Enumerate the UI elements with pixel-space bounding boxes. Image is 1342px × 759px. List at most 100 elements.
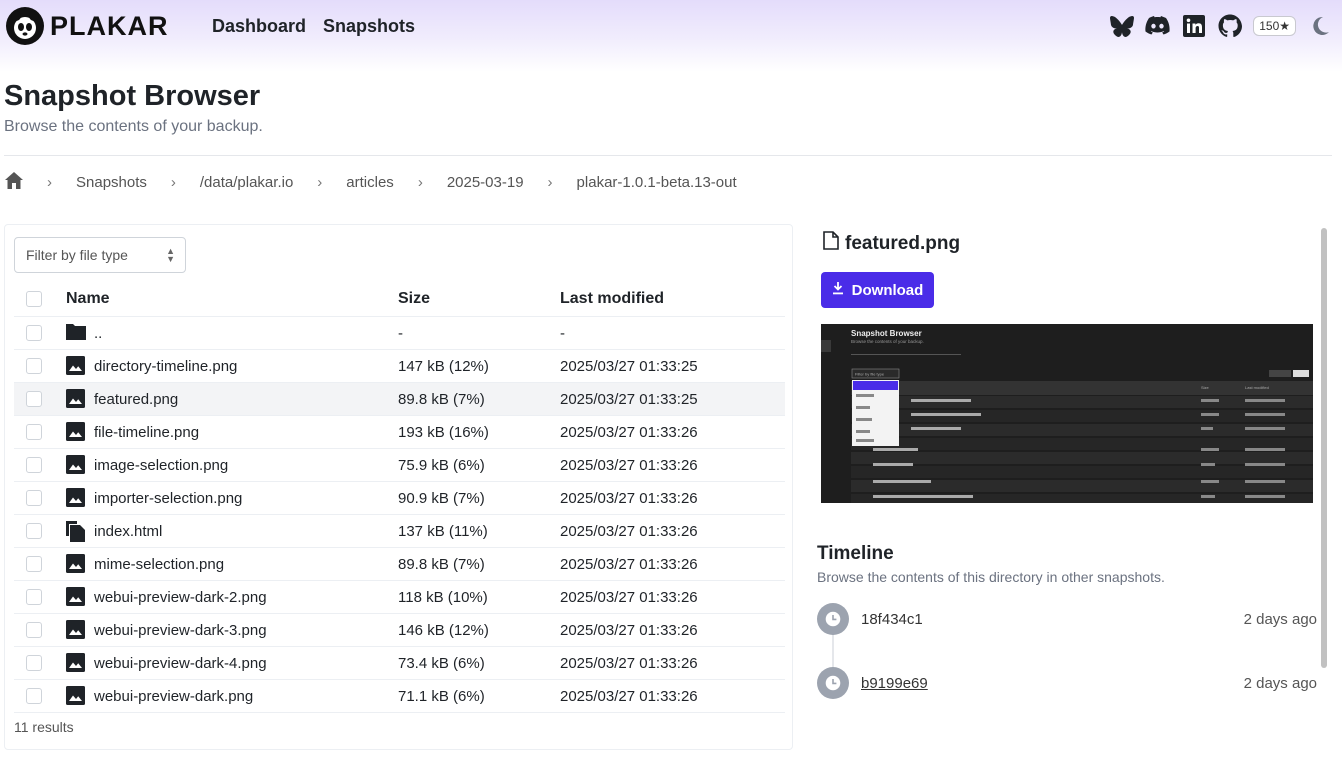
clock-icon	[817, 603, 849, 635]
table-row[interactable]: webui-preview-dark-4.png 73.4 kB (6%) 2025…	[14, 647, 785, 680]
file-modified: 2025/03/27 01:33:25	[560, 357, 698, 375]
file-name-cell[interactable]: index.html	[66, 521, 162, 542]
column-name[interactable]: Name	[66, 290, 110, 308]
file-name[interactable]: index.html	[94, 523, 162, 540]
scrollbar-thumb[interactable]	[1321, 228, 1327, 668]
file-name[interactable]: directory-timeline.png	[94, 358, 237, 375]
home-icon[interactable]	[5, 171, 23, 193]
file-modified: 2025/03/27 01:33:26	[560, 456, 698, 474]
file-name-cell[interactable]: webui-preview-dark-4.png	[66, 653, 267, 673]
svg-text:Browse the contents of your ba: Browse the contents of your backup.	[851, 339, 924, 344]
file-name[interactable]: image-selection.png	[94, 457, 228, 474]
row-checkbox[interactable]	[26, 589, 42, 605]
snapshot-age: 2 days ago	[1243, 610, 1317, 628]
table-row[interactable]: file-timeline.png 193 kB (16%) 2025/03/27 …	[14, 416, 785, 449]
file-modified: 2025/03/27 01:33:26	[560, 489, 698, 507]
file-name[interactable]: featured.png	[94, 391, 178, 408]
row-checkbox[interactable]	[26, 622, 42, 638]
row-checkbox[interactable]	[26, 391, 42, 407]
file-name-cell[interactable]: featured.png	[66, 389, 178, 409]
download-button[interactable]: Download	[821, 272, 934, 308]
row-checkbox[interactable]	[26, 490, 42, 506]
file-name[interactable]: ..	[94, 325, 102, 342]
table-row[interactable]: webui-preview-dark.png 71.1 kB (6%) 2025/0…	[14, 680, 785, 713]
file-name-cell[interactable]: directory-timeline.png	[66, 356, 237, 376]
file-size: 89.8 kB (7%)	[398, 555, 485, 573]
nav-snapshots[interactable]: Snapshots	[323, 16, 415, 37]
file-name-cell[interactable]: ..	[66, 323, 102, 343]
image-icon	[66, 653, 86, 673]
table-row[interactable]: webui-preview-dark-3.png 146 kB (12%) 2025…	[14, 614, 785, 647]
timeline-item[interactable]: b9199e69 2 days ago	[817, 667, 1317, 699]
breadcrumb-date[interactable]: 2025-03-19	[447, 174, 524, 191]
select-chevron-icon: ▲ ▼	[166, 246, 175, 264]
file-type-filter[interactable]: Filter by file type ▲ ▼	[14, 237, 186, 273]
bluesky-icon[interactable]	[1109, 13, 1134, 38]
timeline-item[interactable]: 18f434c1 2 days ago	[817, 603, 1317, 635]
file-name[interactable]: webui-preview-dark.png	[94, 688, 253, 705]
row-checkbox[interactable]	[26, 655, 42, 671]
file-name[interactable]: webui-preview-dark-2.png	[94, 589, 267, 606]
folder-icon	[66, 323, 86, 343]
timeline-subtitle: Browse the contents of this directory in…	[817, 569, 1165, 585]
snapshot-id-link[interactable]: b9199e69	[861, 675, 928, 692]
linkedin-icon[interactable]	[1181, 13, 1206, 38]
svg-text:Snapshot Browser: Snapshot Browser	[851, 329, 922, 338]
github-icon[interactable]	[1217, 13, 1242, 38]
row-checkbox[interactable]	[26, 523, 42, 539]
file-name-cell[interactable]: image-selection.png	[66, 455, 228, 475]
row-checkbox[interactable]	[26, 457, 42, 473]
file-name[interactable]: importer-selection.png	[94, 490, 242, 507]
row-checkbox[interactable]	[26, 358, 42, 374]
moon-icon[interactable]	[1307, 13, 1332, 38]
table-row[interactable]: index.html 137 kB (11%) 2025/03/27 01:33:2…	[14, 515, 785, 548]
file-name[interactable]: webui-preview-dark-3.png	[94, 622, 267, 639]
breadcrumb-snapshots[interactable]: Snapshots	[76, 174, 147, 191]
table-row[interactable]: mime-selection.png 89.8 kB (7%) 2025/03/27…	[14, 548, 785, 581]
top-bar: PLAKAR Dashboard Snapshots 150★	[0, 0, 1342, 72]
chevron-right-icon: ›	[47, 173, 52, 191]
snapshot-age: 2 days ago	[1243, 674, 1317, 692]
table-row[interactable]: directory-timeline.png 147 kB (12%) 2025/0…	[14, 350, 785, 383]
select-all-checkbox[interactable]	[26, 290, 42, 307]
image-icon	[66, 389, 86, 409]
file-name[interactable]: mime-selection.png	[94, 556, 224, 573]
clock-icon	[817, 667, 849, 699]
file-name[interactable]: file-timeline.png	[94, 424, 199, 441]
preview-scrollbar[interactable]	[1317, 224, 1330, 700]
file-size: 137 kB (11%)	[398, 522, 488, 540]
chevron-right-icon: ›	[547, 173, 553, 191]
file-icon	[823, 231, 839, 256]
file-name-cell[interactable]: importer-selection.png	[66, 488, 242, 508]
breadcrumb: › Snapshots › /data/plakar.io › articles…	[5, 171, 737, 193]
plakar-logo[interactable]: PLAKAR	[6, 7, 169, 45]
breadcrumb-current[interactable]: plakar-1.0.1-beta.13-out	[577, 174, 737, 191]
header-divider	[4, 155, 1332, 156]
nav-dashboard[interactable]: Dashboard	[212, 16, 306, 37]
github-stars-badge[interactable]: 150★	[1253, 15, 1296, 36]
file-size: 90.9 kB (7%)	[398, 489, 485, 507]
column-modified[interactable]: Last modified	[560, 290, 664, 308]
table-row[interactable]: webui-preview-dark-2.png 118 kB (10%) 2025…	[14, 581, 785, 614]
row-checkbox[interactable]	[26, 424, 42, 440]
file-name-cell[interactable]: webui-preview-dark-3.png	[66, 620, 267, 640]
table-row[interactable]: .. - -	[14, 317, 785, 350]
file-size: 73.4 kB (6%)	[398, 654, 485, 672]
snapshot-id[interactable]: 18f434c1	[861, 611, 923, 628]
file-name-cell[interactable]: file-timeline.png	[66, 422, 199, 442]
table-row[interactable]: featured.png 89.8 kB (7%) 2025/03/27 01:33…	[14, 383, 785, 416]
row-checkbox[interactable]	[26, 556, 42, 572]
row-checkbox[interactable]	[26, 325, 42, 341]
row-checkbox[interactable]	[26, 688, 42, 704]
file-name-cell[interactable]: webui-preview-dark-2.png	[66, 587, 267, 607]
table-row[interactable]: image-selection.png 75.9 kB (6%) 2025/03/2…	[14, 449, 785, 482]
file-name-cell[interactable]: mime-selection.png	[66, 554, 224, 574]
breadcrumb-data-plakar[interactable]: /data/plakar.io	[200, 174, 293, 191]
discord-icon[interactable]	[1145, 13, 1170, 38]
file-name[interactable]: webui-preview-dark-4.png	[94, 655, 267, 672]
file-list-panel: Filter by file type ▲ ▼ Name Size Last mo…	[4, 224, 793, 750]
column-size[interactable]: Size	[398, 290, 430, 308]
breadcrumb-articles[interactable]: articles	[346, 174, 394, 191]
table-row[interactable]: importer-selection.png 90.9 kB (7%) 2025/0…	[14, 482, 785, 515]
file-name-cell[interactable]: webui-preview-dark.png	[66, 686, 253, 706]
